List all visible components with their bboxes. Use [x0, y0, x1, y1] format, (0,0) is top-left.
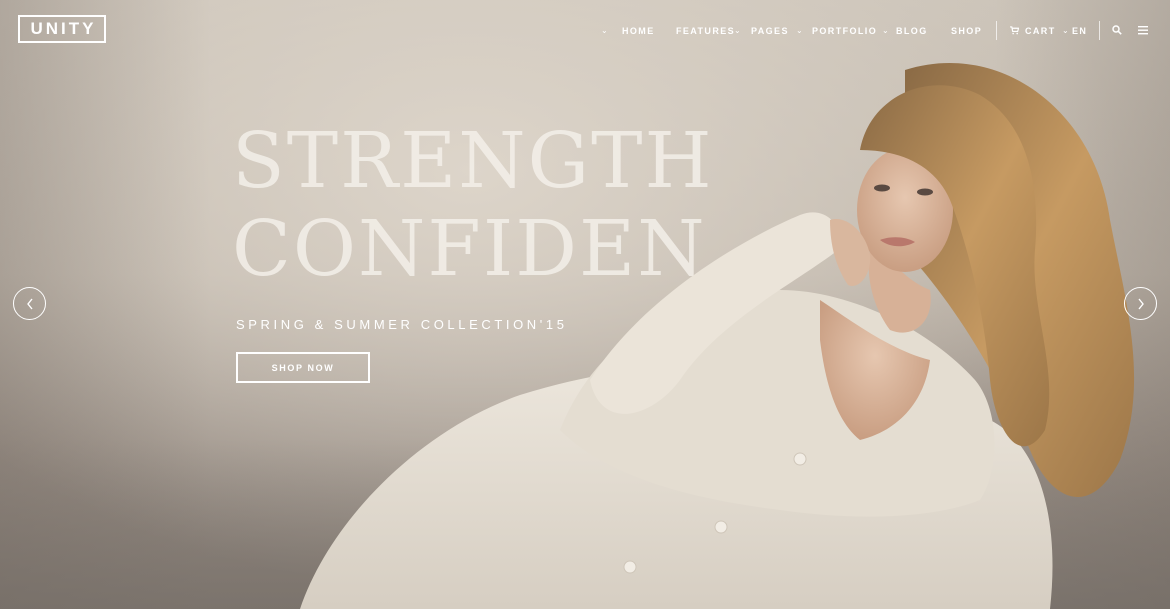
language-selector[interactable]: EN	[1072, 25, 1087, 37]
menu-icon[interactable]	[1138, 24, 1148, 38]
nav-cart[interactable]: CART	[1010, 25, 1056, 38]
chevron-down-icon[interactable]: ⌄	[796, 26, 803, 36]
main-nav: ⌄ HOME FEATURES ⌄ PAGES ⌄ PORTFOLIO ⌄ BL…	[0, 25, 1170, 37]
nav-shop[interactable]: SHOP	[951, 25, 982, 37]
hero-model-image	[300, 63, 1135, 609]
cart-label: CART	[1025, 26, 1056, 36]
nav-divider	[1099, 21, 1100, 40]
chevron-down-icon[interactable]: ⌄	[1062, 26, 1069, 36]
chevron-right-icon	[1137, 298, 1145, 310]
hero-slider: STRENGTH CONFIDEN	[0, 0, 1170, 609]
chevron-down-icon[interactable]: ⌄	[601, 26, 608, 36]
chevron-left-icon	[26, 298, 34, 310]
nav-features[interactable]: FEATURES	[676, 25, 735, 37]
cart-icon	[1010, 26, 1020, 38]
search-icon[interactable]	[1112, 24, 1122, 38]
nav-pages[interactable]: PAGES	[751, 25, 789, 37]
shop-now-button[interactable]: SHOP NOW	[236, 352, 370, 383]
slider-next-button[interactable]	[1124, 287, 1157, 320]
nav-home[interactable]: HOME	[622, 25, 655, 37]
nav-divider	[996, 21, 997, 40]
nav-portfolio[interactable]: PORTFOLIO	[812, 25, 877, 37]
slider-prev-button[interactable]	[13, 287, 46, 320]
nav-blog[interactable]: BLOG	[896, 25, 928, 37]
chevron-down-icon[interactable]: ⌄	[734, 26, 741, 36]
chevron-down-icon[interactable]: ⌄	[882, 26, 889, 36]
slide-subtitle: SPRING & SUMMER COLLECTION'15	[236, 317, 568, 332]
